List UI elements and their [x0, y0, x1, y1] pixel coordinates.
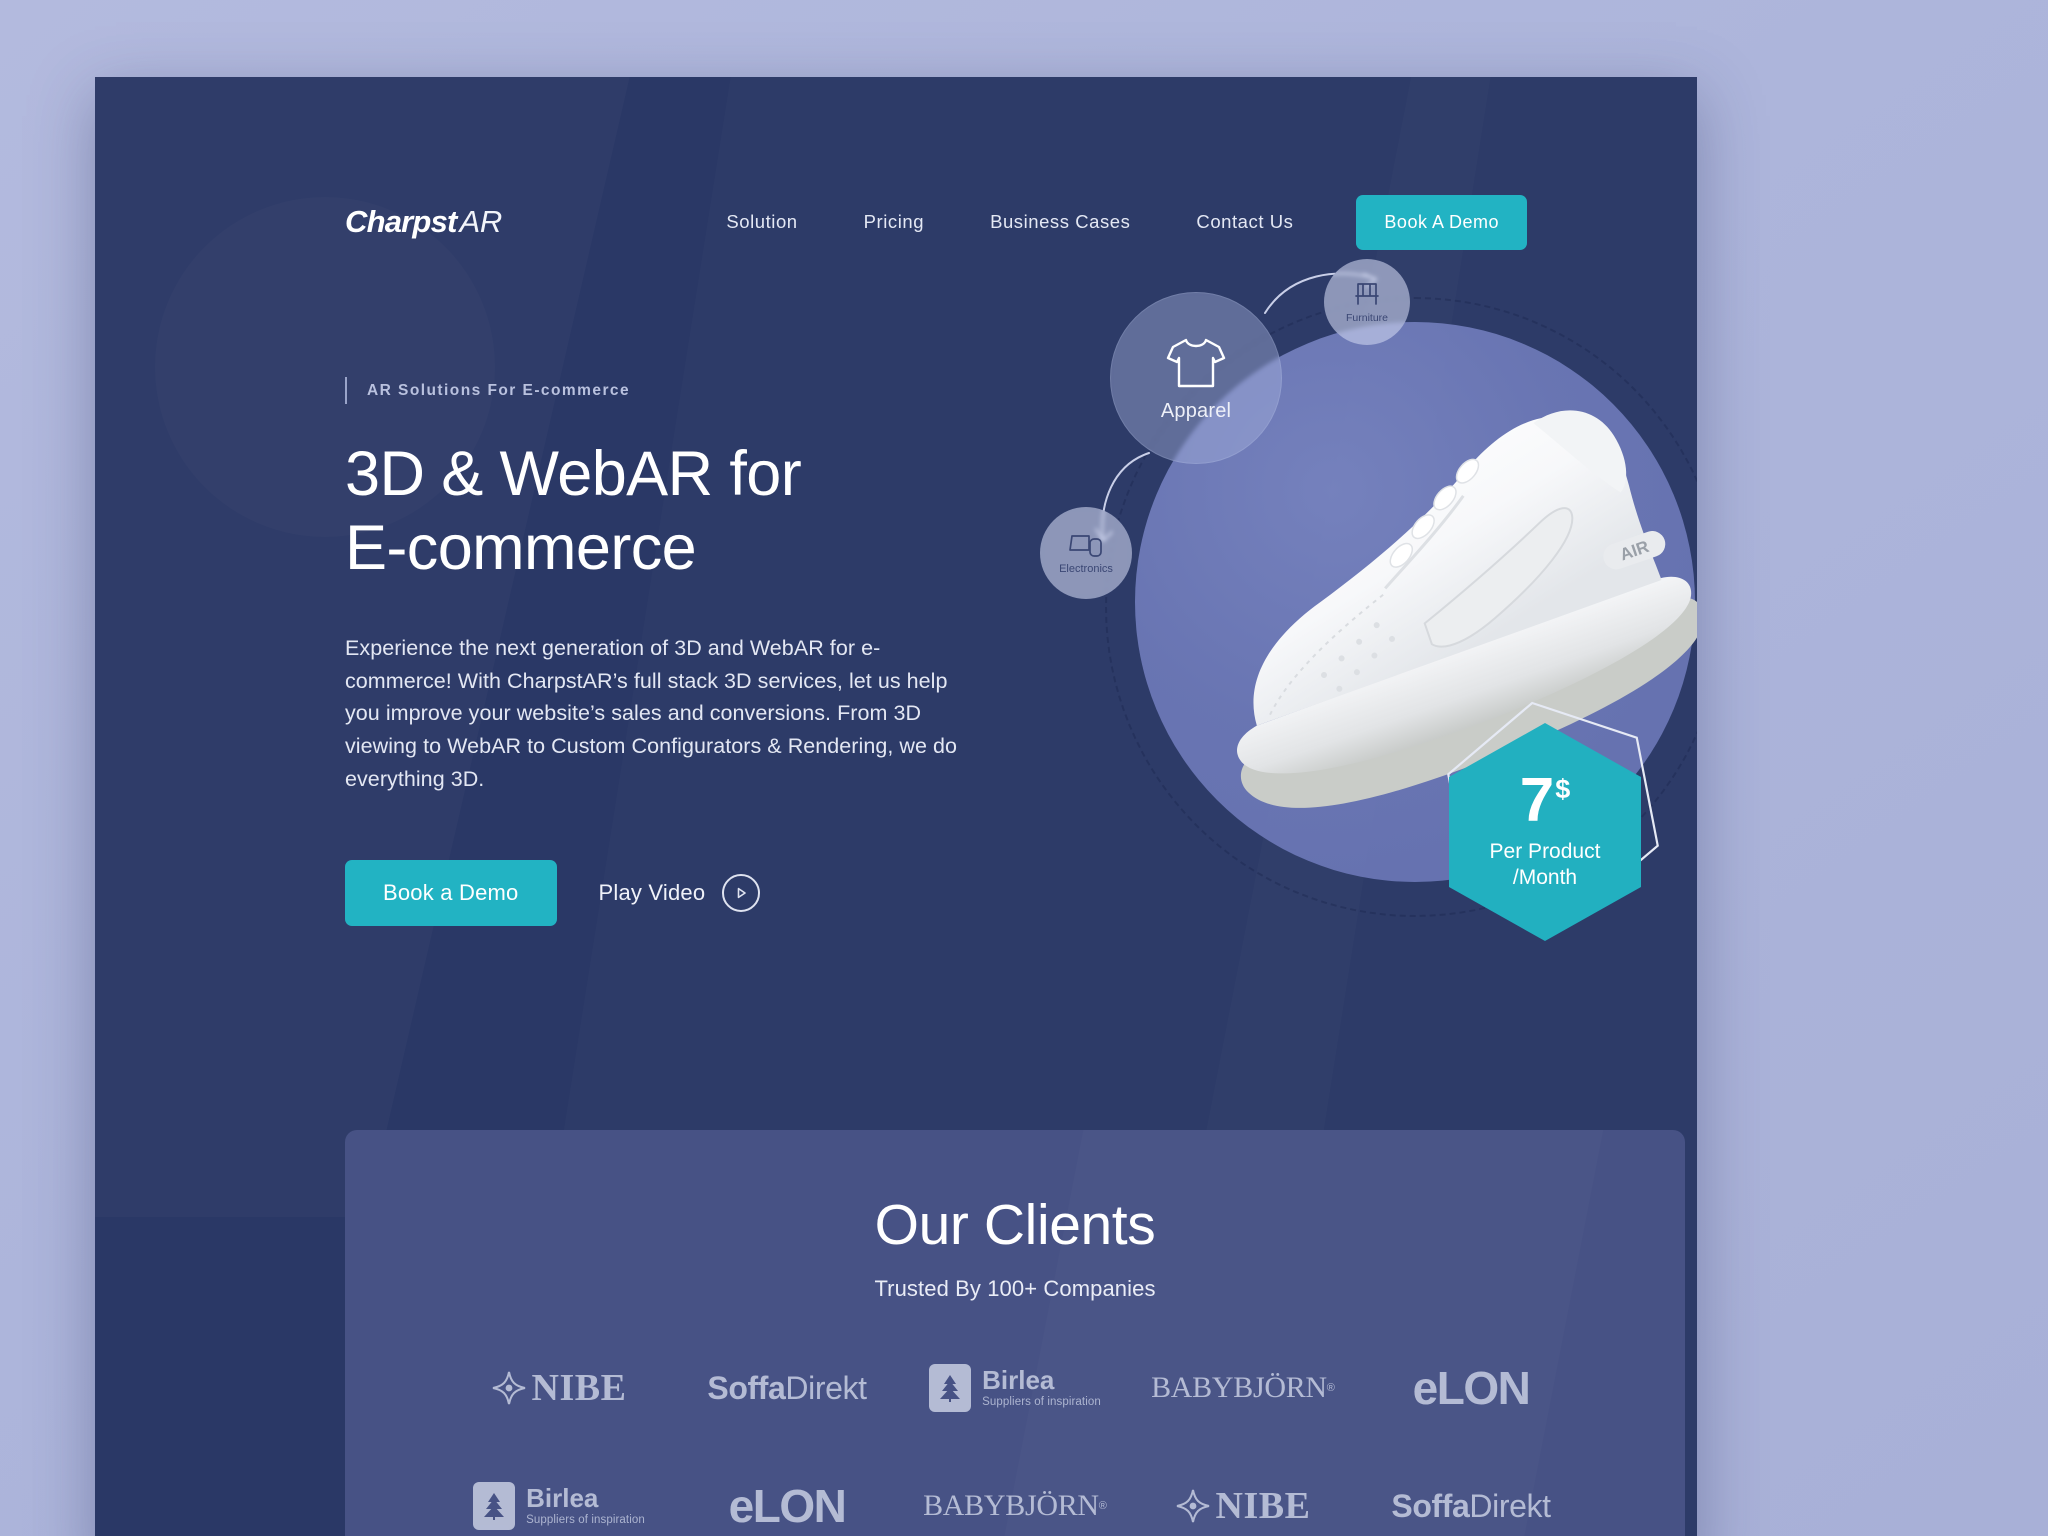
client-logo-soffadirekt-2: Soffa Direkt — [1357, 1474, 1585, 1536]
book-a-demo-header-button[interactable]: Book A Demo — [1356, 194, 1527, 250]
client-logo-soffadirekt: Soffa Direkt — [673, 1356, 901, 1420]
eyebrow-accent-bar — [345, 377, 347, 404]
client-name-babybjorn-2: BABYBJÖRN — [923, 1489, 1099, 1522]
client-name-soffa: Soffa — [707, 1369, 786, 1406]
hero-cta-row: Book a Demo Play Video — [345, 860, 1005, 927]
nav-item-solution[interactable]: Solution — [693, 211, 830, 233]
client-name-birlea: Birlea — [982, 1365, 1055, 1396]
nav-item-pricing[interactable]: Pricing — [831, 211, 957, 233]
client-logo-birlea-2: Birlea Suppliers of inspiration — [445, 1474, 673, 1536]
client-logo-nibe-2: NIBE — [1129, 1474, 1357, 1536]
bubble-label-electronics: Electronics — [1059, 562, 1113, 575]
bubble-label-furniture: Furniture — [1345, 312, 1388, 324]
hero-eyebrow: AR Solutions For E-commerce — [345, 377, 1005, 404]
client-name-direkt: Direkt — [785, 1369, 867, 1406]
client-logo-birlea: Birlea Suppliers of inspiration — [901, 1356, 1129, 1420]
client-logo-row-1: NIBE Soffa Direkt Birlea Suppliers of in… — [345, 1356, 1685, 1420]
client-tagline-birlea: Suppliers of inspiration — [982, 1396, 1101, 1409]
site-header: CharpstAR Solution Pricing Business Case… — [95, 187, 1697, 257]
our-clients-panel: Our Clients Trusted By 100+ Companies NI… — [345, 1130, 1685, 1536]
registered-mark: ® — [1098, 1500, 1107, 1512]
nav-item-contact-us[interactable]: Contact Us — [1163, 211, 1326, 233]
book-a-demo-button[interactable]: Book a Demo — [345, 860, 557, 927]
birlea-tree-icon — [929, 1364, 972, 1412]
birlea-tree-icon — [473, 1482, 516, 1530]
play-video-button[interactable]: Play Video — [598, 874, 761, 913]
category-bubble-apparel[interactable]: Apparel — [1110, 292, 1282, 464]
client-logo-elon-2: eLON — [673, 1474, 901, 1536]
hexagon-fill — [1449, 723, 1641, 941]
page-root: CharpstAR Solution Pricing Business Case… — [0, 0, 2048, 1536]
hero-visual: AIR Apparel Furniture Electronics 7 $ Pe… — [1040, 259, 1697, 1037]
main-nav: Solution Pricing Business Cases Contact … — [693, 194, 1527, 250]
client-logo-row-2: Birlea Suppliers of inspiration eLON BAB… — [345, 1474, 1685, 1536]
logo[interactable]: CharpstAR — [345, 204, 502, 240]
category-bubble-furniture[interactable]: Furniture — [1324, 259, 1410, 345]
price-badge: 7 $ Per Product /Month — [1435, 701, 1685, 967]
client-tagline-birlea-2: Suppliers of inspiration — [526, 1514, 645, 1527]
chair-icon — [1355, 283, 1379, 305]
client-logo-nibe: NIBE — [445, 1356, 673, 1420]
client-name-elon-2: eLON — [728, 1480, 847, 1532]
client-name-direkt-2: Direkt — [1469, 1487, 1551, 1524]
nav-item-business-cases[interactable]: Business Cases — [957, 211, 1163, 233]
client-name-nibe-2: NIBE — [1215, 1485, 1311, 1527]
nibe-diamond-icon — [492, 1371, 525, 1405]
laptop-phone-icon — [1069, 534, 1102, 557]
client-name-elon: eLON — [1412, 1362, 1531, 1414]
hero-headline: 3D & WebAR for E-commerce — [345, 437, 1005, 586]
bubble-label-apparel: Apparel — [1160, 399, 1232, 422]
client-name-birlea-2: Birlea — [526, 1483, 599, 1514]
eyebrow-label: AR Solutions For E-commerce — [367, 381, 631, 399]
hero-paragraph: Experience the next generation of 3D and… — [345, 635, 958, 792]
client-logo-elon: eLON — [1357, 1356, 1585, 1420]
website-card: CharpstAR Solution Pricing Business Case… — [95, 77, 1697, 1536]
play-video-label: Play Video — [598, 880, 706, 906]
client-name-soffa-2: Soffa — [1391, 1487, 1470, 1524]
client-name-nibe: NIBE — [531, 1367, 627, 1409]
play-circle-icon — [722, 874, 761, 913]
category-bubble-electronics[interactable]: Electronics — [1040, 507, 1132, 599]
logo-light: AR — [459, 204, 503, 239]
headline-line-2: E-commerce — [345, 513, 697, 584]
headline-line-1: 3D & WebAR for — [345, 439, 802, 509]
tshirt-icon — [1166, 338, 1226, 387]
logo-bold: Charpst — [345, 204, 457, 239]
client-logo-babybjorn-2: BABYBJÖRN ® — [901, 1474, 1129, 1536]
client-name-babybjorn: BABYBJÖRN — [1151, 1371, 1327, 1404]
nibe-diamond-icon — [1176, 1489, 1209, 1523]
hero-content: AR Solutions For E-commerce 3D & WebAR f… — [345, 377, 1005, 927]
registered-mark: ® — [1326, 1382, 1335, 1394]
client-logo-babybjorn: BABYBJÖRN ® — [1129, 1356, 1357, 1420]
